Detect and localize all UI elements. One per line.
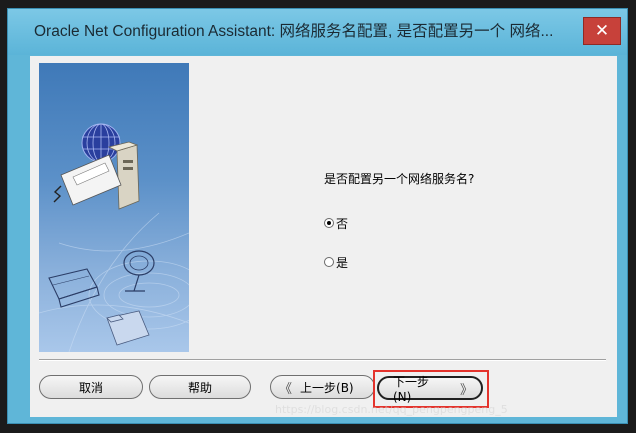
window-title: Oracle Net Configuration Assistant: 网络服务…: [34, 23, 554, 40]
back-button-label: 上一步(B): [300, 380, 354, 395]
watermark-text: https://blog.csdn.net/qq_pengpengpeng_5: [275, 403, 508, 416]
back-button[interactable]: 《 上一步(B): [270, 375, 375, 399]
wizard-illustration: [39, 63, 189, 352]
close-button[interactable]: ✕: [583, 17, 621, 45]
option-no[interactable]: 否: [324, 214, 348, 232]
dialog-window: Oracle Net Configuration Assistant: 网络服务…: [7, 8, 628, 424]
cancel-button-label: 取消: [78, 380, 103, 395]
button-divider: [39, 359, 606, 361]
radio-no[interactable]: [324, 218, 334, 228]
question-text: 是否配置另一个网络服务名?: [324, 172, 475, 186]
help-button-label: 帮助: [187, 380, 212, 395]
help-button[interactable]: 帮助: [149, 375, 251, 399]
title-bar[interactable]: Oracle Net Configuration Assistant: 网络服务…: [8, 9, 627, 55]
dialog-client-area: 是否配置另一个网络服务名? 否 是 取消 帮助 《 上一步(B) 下一步(N) …: [30, 56, 617, 417]
radio-yes[interactable]: [324, 257, 334, 267]
cancel-button[interactable]: 取消: [39, 375, 143, 399]
option-no-label: 否: [336, 216, 349, 231]
option-yes-label: 是: [336, 255, 349, 270]
network-illustration-icon: [39, 123, 189, 352]
option-yes[interactable]: 是: [324, 253, 348, 271]
back-chevron-icon: 《: [279, 381, 293, 397]
